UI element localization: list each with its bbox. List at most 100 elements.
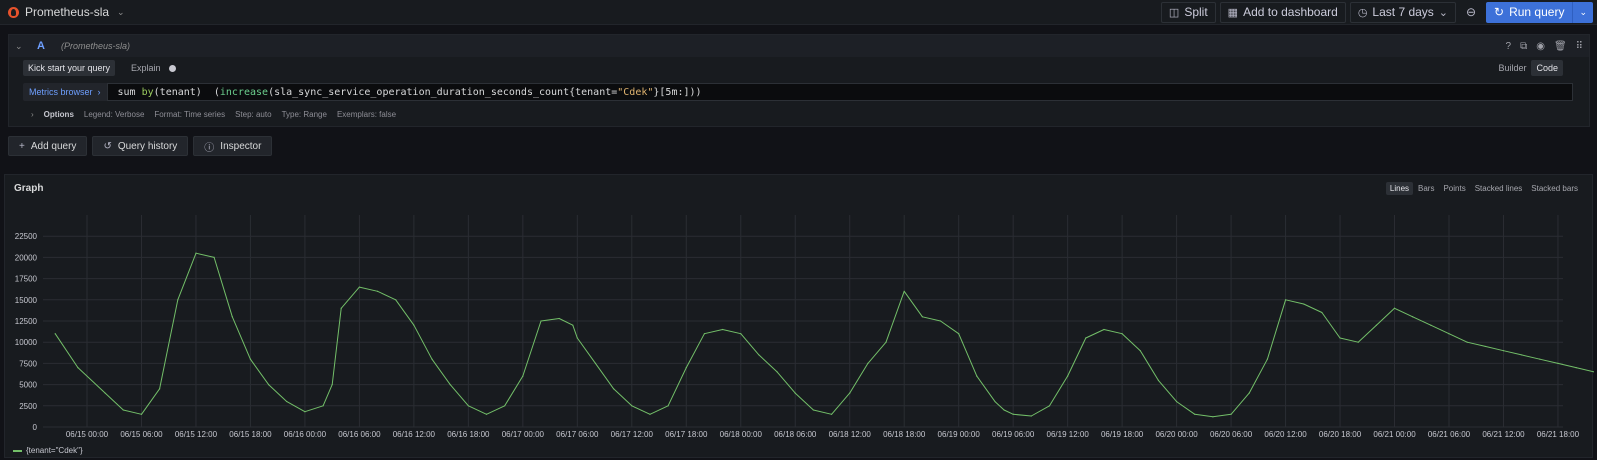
x-tick-label: 06/19 00:00 [938, 430, 981, 439]
data-point [159, 388, 161, 390]
legend-label: {tenant="Cdek"} [26, 446, 83, 455]
data-point [921, 316, 923, 318]
datasource-picker[interactable]: Prometheus-sla ⌄ [0, 0, 125, 24]
code-mode-button[interactable]: Code [1531, 60, 1563, 76]
time-range-picker[interactable]: ◷ Last 7 days ⌄ [1349, 1, 1457, 23]
query-letter[interactable]: A [37, 40, 61, 52]
graph-type-stacked-lines[interactable]: Stacked lines [1471, 182, 1527, 195]
step-option: Step: auto [235, 109, 272, 119]
y-tick-label: 20000 [15, 253, 38, 262]
collapse-chevron-icon[interactable]: ⌄ [15, 41, 31, 52]
y-tick-label: 17500 [15, 275, 38, 284]
graph-type-stacked-bars[interactable]: Stacked bars [1527, 182, 1582, 195]
data-point [1575, 367, 1577, 369]
expr-range: }[5m:])) [653, 86, 702, 98]
data-point [485, 413, 488, 415]
data-point [1248, 392, 1250, 394]
add-query-button[interactable]: + Add query [8, 136, 88, 156]
data-point [572, 324, 574, 326]
split-icon: ◫ [1168, 6, 1180, 19]
explain-label: Explain [131, 63, 161, 73]
refresh-icon: ↻ [1494, 5, 1505, 19]
data-point [522, 375, 524, 377]
graph-legend[interactable]: {tenant="Cdek"} [13, 446, 83, 455]
plus-icon: + [19, 140, 25, 152]
data-point [1266, 358, 1268, 360]
run-query-button[interactable]: ↻ Run query ⌄ [1486, 1, 1593, 23]
datasource-name: Prometheus-sla [25, 5, 110, 19]
data-point [576, 337, 578, 339]
query-history-button[interactable]: ↺ Query history [92, 136, 189, 156]
duplicate-icon[interactable]: ⧉ [1520, 41, 1527, 52]
data-point [1339, 337, 1341, 339]
eye-icon[interactable]: ◉ [1536, 41, 1545, 52]
data-point [631, 405, 633, 407]
legend-swatch [13, 449, 22, 452]
apps-icon: ▦ [1227, 6, 1239, 19]
chevron-down-icon[interactable]: ⌄ [1573, 7, 1593, 18]
data-point [1284, 299, 1287, 301]
data-point [976, 375, 978, 377]
expr-metric: (sla_sync_service_operation_duration_sec… [268, 86, 618, 98]
query-row: ⌄ A (Prometheus-sla) ? ⧉ ◉ 🗑 ⠿ Kick star… [8, 34, 1590, 127]
clock-icon: ◷ [1357, 6, 1368, 19]
x-tick-label: 06/17 18:00 [665, 430, 708, 439]
x-tick-label: 06/15 18:00 [229, 430, 272, 439]
add-to-dashboard-button[interactable]: ▦ Add to dashboard [1219, 1, 1346, 23]
data-point [558, 317, 560, 320]
graph-type-bars[interactable]: Bars [1414, 182, 1438, 195]
builder-mode-button[interactable]: Builder [1493, 60, 1531, 76]
data-point [268, 384, 270, 386]
data-point [703, 333, 706, 335]
query-row-header: ⌄ A (Prometheus-sla) ? ⧉ ◉ 🗑 ⠿ [9, 35, 1589, 57]
format-option: Format: Time series [154, 109, 226, 119]
help-icon[interactable]: ? [1506, 41, 1512, 52]
y-tick-label: 2500 [19, 402, 37, 411]
data-point [431, 358, 433, 360]
inspector-button[interactable]: ⓘ Inspector [193, 136, 273, 156]
graph-type-points[interactable]: Points [1439, 182, 1469, 195]
y-tick-label: 15000 [15, 296, 38, 305]
x-tick-label: 06/18 18:00 [883, 430, 926, 439]
query-expression-input[interactable]: sum by (tenant) (increase (sla_sync_servic… [106, 83, 1573, 101]
data-point [1230, 413, 1232, 415]
explore-toolbar: Prometheus-sla ⌄ ◫ Split ▦ Add to dashbo… [0, 0, 1597, 25]
graph-type-lines[interactable]: Lines [1385, 182, 1414, 195]
data-point [830, 413, 833, 415]
query-options-row[interactable]: › Options Legend: Verbose Format: Time s… [9, 104, 1589, 124]
data-point [1393, 307, 1396, 309]
data-point [903, 290, 905, 292]
add-to-dashboard-label: Add to dashboard [1243, 5, 1338, 19]
data-point [1121, 333, 1123, 335]
data-point [286, 400, 288, 403]
history-icon: ↺ [103, 140, 112, 152]
data-point [1303, 303, 1305, 305]
split-button[interactable]: ◫ Split [1160, 1, 1216, 23]
data-point [376, 290, 379, 292]
data-point [1357, 341, 1359, 343]
data-point [939, 320, 942, 322]
data-point [1048, 405, 1051, 407]
data-point [358, 286, 360, 288]
time-series-chart[interactable]: 0 2500 5000 7500 10000 12500 15000 17500 20000 22… [5, 175, 1594, 459]
trash-icon[interactable]: 🗑 [1554, 41, 1567, 52]
y-tick-label: 0 [33, 423, 38, 432]
data-point [794, 392, 796, 394]
data-point [231, 316, 233, 318]
data-point [594, 362, 597, 364]
metrics-browser-button[interactable]: Metrics browser › [23, 83, 107, 101]
y-tick-label: 12500 [15, 317, 38, 326]
drag-handle-icon[interactable]: ⠿ [1576, 41, 1583, 52]
data-point [1212, 416, 1214, 418]
data-point [140, 413, 143, 415]
zoom-out-button[interactable]: ⊖ [1460, 2, 1482, 23]
data-point [867, 362, 869, 364]
data-point [1321, 311, 1323, 314]
data-point [1484, 345, 1486, 348]
data-point [1194, 413, 1196, 415]
kick-start-button[interactable]: Kick start your query [23, 60, 116, 76]
data-point [449, 384, 451, 386]
toggle-icon [168, 64, 176, 72]
data-point [1557, 362, 1559, 364]
explain-toggle[interactable]: Explain [131, 63, 176, 73]
